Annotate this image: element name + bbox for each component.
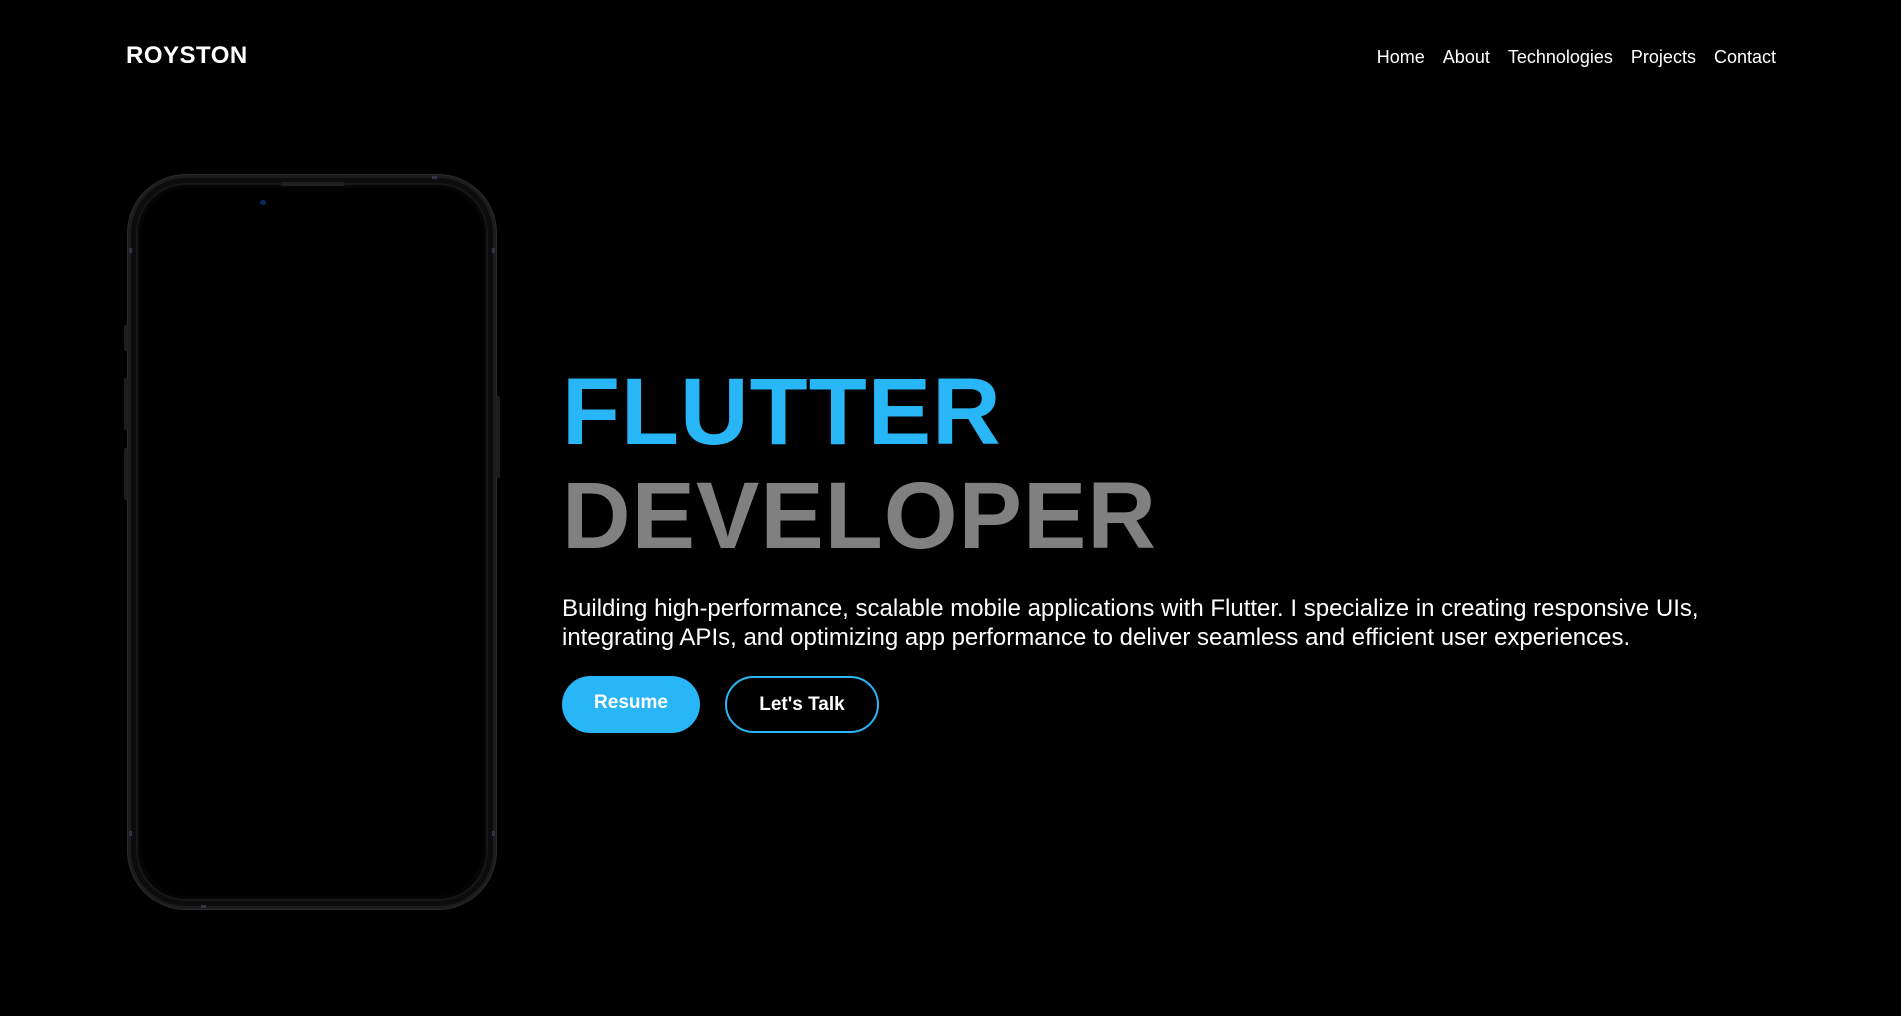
phone-antenna-line — [129, 248, 132, 253]
phone-antenna-line — [201, 905, 206, 908]
phone-antenna-line — [492, 248, 495, 253]
phone-side-button — [124, 325, 128, 351]
phone-volume-down-button — [124, 448, 128, 500]
phone-antenna-line — [129, 831, 132, 836]
logo[interactable]: ROYSTON — [126, 42, 248, 70]
hero-description: Building high-performance, scalable mobi… — [562, 595, 1699, 651]
phone-power-button — [496, 396, 500, 478]
nav-link-home[interactable]: Home — [1377, 46, 1425, 68]
phone-screen — [141, 188, 483, 896]
phone-volume-up-button — [124, 378, 128, 430]
page: ROYSTON Home About Technologies Projects… — [0, 0, 1901, 1016]
nav-link-about[interactable]: About — [1443, 46, 1490, 68]
phone-camera-icon — [260, 200, 266, 205]
nav-link-projects[interactable]: Projects — [1631, 46, 1696, 68]
hero-title-secondary: DEVELOPER — [562, 463, 1157, 569]
lets-talk-button[interactable]: Let's Talk — [725, 676, 879, 733]
hero-title-primary: FLUTTER — [562, 359, 1002, 465]
nav-link-technologies[interactable]: Technologies — [1508, 46, 1613, 68]
nav-link-contact[interactable]: Contact — [1714, 46, 1776, 68]
hero-section: FLUTTER DEVELOPER Building high-performa… — [562, 360, 1782, 733]
hero-actions: Resume Let's Talk — [562, 676, 1782, 733]
phone-speaker — [281, 182, 345, 186]
phone-antenna-line — [492, 831, 495, 836]
resume-button[interactable]: Resume — [562, 676, 700, 733]
phone-antenna-line — [432, 176, 437, 179]
phone-mockup-icon — [124, 175, 500, 909]
main-nav: Home About Technologies Projects Contact — [1377, 46, 1776, 68]
